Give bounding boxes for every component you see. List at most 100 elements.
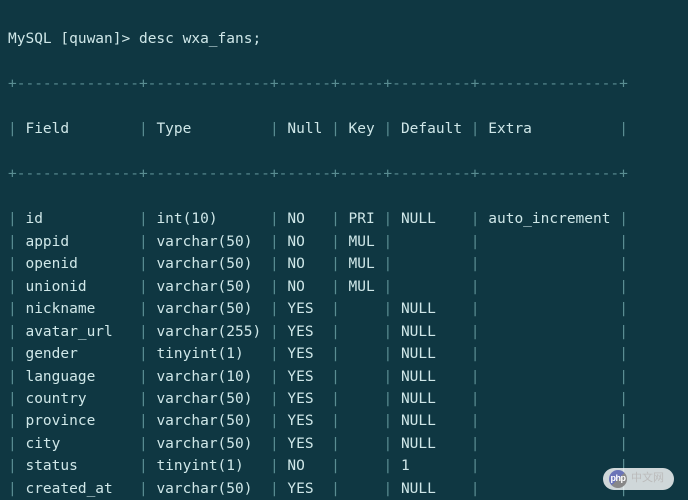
cell-null: YES [287, 481, 322, 497]
cell-null: YES [287, 413, 322, 429]
table-border-top: +--------------+--------------+------+--… [8, 73, 680, 95]
cell-key: MUL [349, 256, 375, 272]
cell-null: YES [287, 346, 322, 362]
table-row: | avatar_url | varchar(255) | YES | | NU… [8, 321, 680, 343]
cell-null: NO [287, 211, 322, 227]
php-logo-icon: php [609, 470, 627, 488]
table-row: | city | varchar(50) | YES | | NULL | | [8, 433, 680, 455]
cell-key [349, 481, 375, 497]
cell-default: NULL [401, 211, 462, 227]
cell-key: PRI [349, 211, 375, 227]
cell-type: varchar(50) [156, 481, 261, 497]
cell-extra [488, 301, 610, 317]
col-field: Field [25, 121, 130, 137]
cell-field: status [25, 458, 130, 474]
cell-extra: auto_increment [488, 211, 610, 227]
cell-null: YES [287, 369, 322, 385]
cell-extra [488, 324, 610, 340]
cell-field: city [25, 436, 130, 452]
cell-type: tinyint(1) [156, 346, 261, 362]
cell-default [401, 234, 462, 250]
cell-extra [488, 234, 610, 250]
table-row: | country | varchar(50) | YES | | NULL |… [8, 388, 680, 410]
cell-key: MUL [349, 279, 375, 295]
cell-default: NULL [401, 436, 462, 452]
table-header-row: | Field | Type | Null | Key | Default | … [8, 118, 680, 140]
col-null: Null [287, 121, 322, 137]
cell-extra [488, 458, 610, 474]
cell-key [349, 301, 375, 317]
cell-default: 1 [401, 458, 462, 474]
cell-default [401, 256, 462, 272]
cell-type: varchar(50) [156, 301, 261, 317]
cell-null: YES [287, 391, 322, 407]
sql-command: desc wxa_fans; [139, 31, 261, 47]
table-row: | status | tinyint(1) | NO | | 1 | | [8, 455, 680, 477]
prompt-line[interactable]: MySQL [quwan]> desc wxa_fans; [8, 28, 680, 50]
table-row: | language | varchar(10) | YES | | NULL … [8, 366, 680, 388]
watermark-badge: php 中文网 [603, 468, 674, 490]
cell-key [349, 369, 375, 385]
cell-default: NULL [401, 369, 462, 385]
cell-field: id [25, 211, 130, 227]
cell-key [349, 324, 375, 340]
cell-null: YES [287, 436, 322, 452]
cell-field: nickname [25, 301, 130, 317]
cell-null: NO [287, 234, 322, 250]
cell-key [349, 391, 375, 407]
cell-null: NO [287, 256, 322, 272]
cell-extra [488, 391, 610, 407]
cell-field: province [25, 413, 130, 429]
cell-type: varchar(50) [156, 256, 261, 272]
cell-type: varchar(50) [156, 391, 261, 407]
cell-type: varchar(10) [156, 369, 261, 385]
table-row: | appid | varchar(50) | NO | MUL | | | [8, 231, 680, 253]
cell-extra [488, 413, 610, 429]
cell-extra [488, 369, 610, 385]
col-extra: Extra [488, 121, 610, 137]
table-border-hdr: +--------------+--------------+------+--… [8, 163, 680, 185]
cell-field: country [25, 391, 130, 407]
cell-type: varchar(50) [156, 413, 261, 429]
cell-field: unionid [25, 279, 130, 295]
prompt-sigil: > [122, 31, 131, 47]
table-row: | gender | tinyint(1) | YES | | NULL | | [8, 343, 680, 365]
cell-type: varchar(50) [156, 279, 261, 295]
table-row: | unionid | varchar(50) | NO | MUL | | | [8, 276, 680, 298]
terminal-output: MySQL [quwan]> desc wxa_fans; +---------… [0, 0, 688, 500]
cell-key [349, 436, 375, 452]
cell-type: varchar(255) [156, 324, 261, 340]
cell-type: tinyint(1) [156, 458, 261, 474]
table-row: | province | varchar(50) | YES | | NULL … [8, 410, 680, 432]
cell-field: created_at [25, 481, 130, 497]
cell-null: NO [287, 458, 322, 474]
cell-key [349, 346, 375, 362]
cell-key [349, 458, 375, 474]
cell-extra [488, 256, 610, 272]
cell-extra [488, 279, 610, 295]
cell-key: MUL [349, 234, 375, 250]
cell-key [349, 413, 375, 429]
cell-default: NULL [401, 324, 462, 340]
cell-default: NULL [401, 481, 462, 497]
col-default: Default [401, 121, 462, 137]
cell-field: avatar_url [25, 324, 130, 340]
cell-default: NULL [401, 301, 462, 317]
cell-extra [488, 346, 610, 362]
cell-field: language [25, 369, 130, 385]
col-key: Key [349, 121, 375, 137]
table-row: | openid | varchar(50) | NO | MUL | | | [8, 253, 680, 275]
prompt-db: [quwan] [60, 31, 121, 47]
cell-null: YES [287, 301, 322, 317]
table-row: | id | int(10) | NO | PRI | NULL | auto_… [8, 208, 680, 230]
table-row: | created_at | varchar(50) | YES | | NUL… [8, 478, 680, 500]
cell-extra [488, 481, 610, 497]
cell-field: openid [25, 256, 130, 272]
cell-default: NULL [401, 413, 462, 429]
cell-type: varchar(50) [156, 234, 261, 250]
cell-null: NO [287, 279, 322, 295]
cell-default: NULL [401, 346, 462, 362]
cell-extra [488, 436, 610, 452]
col-type: Type [156, 121, 261, 137]
cell-null: YES [287, 324, 322, 340]
